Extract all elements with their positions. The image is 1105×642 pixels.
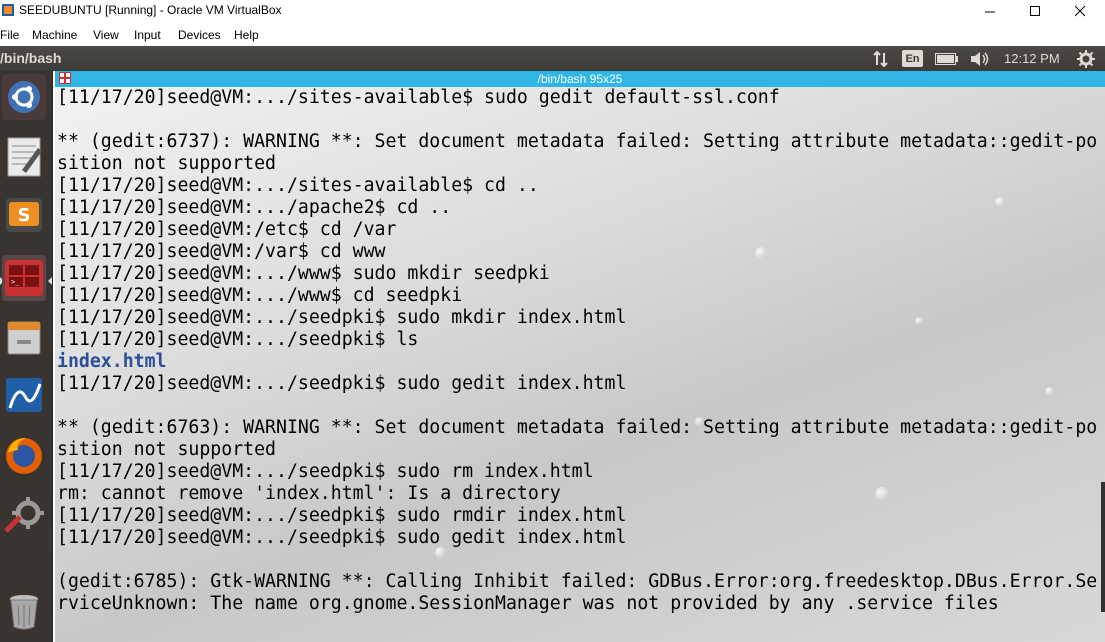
gear-icon[interactable] xyxy=(1077,46,1095,71)
menu-view[interactable]: View xyxy=(93,28,119,42)
active-indicator-right xyxy=(48,277,52,285)
terminal-titlebar[interactable]: /bin/bash 95x25 xyxy=(55,71,1105,87)
terminal-line: sition not supported xyxy=(57,153,276,174)
terminal-line: [11/17/20]seed@VM:.../seedpki$ sudo rmdi… xyxy=(57,505,627,526)
battery-icon[interactable] xyxy=(935,46,959,71)
terminal-line: [11/17/20]seed@VM:.../seedpki$ sudo rm i… xyxy=(57,461,594,482)
host-titlebar: SEEDUBUNTU [Running] - Oracle VM Virtual… xyxy=(0,0,1105,22)
terminal-title: /bin/bash 95x25 xyxy=(537,72,623,86)
file-manager-icon[interactable] xyxy=(2,314,46,360)
terminal-line: [11/17/20]seed@VM:/var$ cd www xyxy=(57,241,386,262)
sublime-text-icon[interactable]: S xyxy=(2,192,46,238)
network-updown-icon[interactable] xyxy=(872,46,890,71)
wireshark-icon[interactable] xyxy=(2,372,46,418)
menu-file[interactable]: File xyxy=(0,28,19,42)
window-title: SEEDUBUNTU [Running] - Oracle VM Virtual… xyxy=(19,3,282,17)
keyboard-layout-icon[interactable]: En xyxy=(902,50,923,67)
ubuntu-dash-icon[interactable] xyxy=(2,74,46,120)
directory-listing: index.html xyxy=(57,351,167,372)
terminal-lines: [11/17/20]seed@VM:.../sites-available$ s… xyxy=(57,87,1097,615)
terminal-line: sition not supported xyxy=(57,439,276,460)
volume-icon[interactable] xyxy=(970,46,990,71)
trash-icon[interactable] xyxy=(2,587,46,633)
terminal-line: [11/17/20]seed@VM:.../seedpki$ sudo mkdi… xyxy=(57,307,627,328)
terminal-line: [11/17/20]seed@VM:.../seedpki$ sudo gedi… xyxy=(57,373,627,394)
unity-launcher: S >_ xyxy=(0,71,53,642)
firefox-icon[interactable] xyxy=(2,432,46,478)
maximize-button[interactable] xyxy=(1012,0,1058,22)
maximize-icon xyxy=(1029,5,1040,16)
system-settings-icon[interactable] xyxy=(2,491,46,537)
terminal-line: [11/17/20]seed@VM:.../www$ sudo mkdir se… xyxy=(57,263,550,284)
text-editor-icon[interactable] xyxy=(2,134,46,180)
terminal-line: [11/17/20]seed@VM:.../seedpki$ ls xyxy=(57,329,419,350)
terminal-line: [11/17/20]seed@VM:.../apache2$ cd .. xyxy=(57,197,452,218)
terminal-line: ** (gedit:6737): WARNING **: Set documen… xyxy=(57,131,1098,152)
minimize-button[interactable] xyxy=(967,0,1013,22)
close-icon xyxy=(1074,5,1085,16)
terminal-output[interactable]: [11/17/20]seed@VM:.../sites-available$ s… xyxy=(55,87,1105,642)
terminal-scrollbar[interactable] xyxy=(1099,87,1105,642)
terminal-icon[interactable]: >_ xyxy=(2,255,46,301)
panel-title: /bin/bash xyxy=(0,50,62,66)
scrollbar-thumb[interactable] xyxy=(1101,482,1105,612)
terminal-line: [11/17/20]seed@VM:/etc$ cd /var xyxy=(57,219,397,240)
menu-devices[interactable]: Devices xyxy=(178,28,221,42)
terminal-line: (gedit:6785): Gtk-WARNING **: Calling In… xyxy=(57,571,1098,592)
menu-input[interactable]: Input xyxy=(134,28,161,42)
terminal-line: [11/17/20]seed@VM:.../seedpki$ sudo gedi… xyxy=(57,527,627,548)
terminal-line: [11/17/20]seed@VM:.../www$ cd seedpki xyxy=(57,285,463,306)
svg-text:>_: >_ xyxy=(11,278,20,286)
host-menubar: File Machine View Input Devices Help xyxy=(0,24,1105,46)
minimize-icon xyxy=(984,11,995,12)
menu-machine[interactable]: Machine xyxy=(32,28,77,42)
panel-clock[interactable]: 12:12 PM xyxy=(1004,46,1060,71)
terminal-line: [11/17/20]seed@VM:.../sites-available$ s… xyxy=(57,87,780,108)
menu-help[interactable]: Help xyxy=(234,28,259,42)
svg-text:S: S xyxy=(18,205,31,226)
close-button[interactable] xyxy=(1057,0,1103,22)
ubuntu-top-panel: /bin/bash En 12:12 PM xyxy=(0,46,1105,71)
terminal-line: ** (gedit:6763): WARNING **: Set documen… xyxy=(57,417,1098,438)
terminal-line: rm: cannot remove 'index.html': Is a dir… xyxy=(57,483,561,504)
terminal-line: rviceUnknown: The name org.gnome.Session… xyxy=(57,593,999,614)
virtualbox-app-icon xyxy=(2,4,14,16)
terminal-line: [11/17/20]seed@VM:.../sites-available$ c… xyxy=(57,175,539,196)
